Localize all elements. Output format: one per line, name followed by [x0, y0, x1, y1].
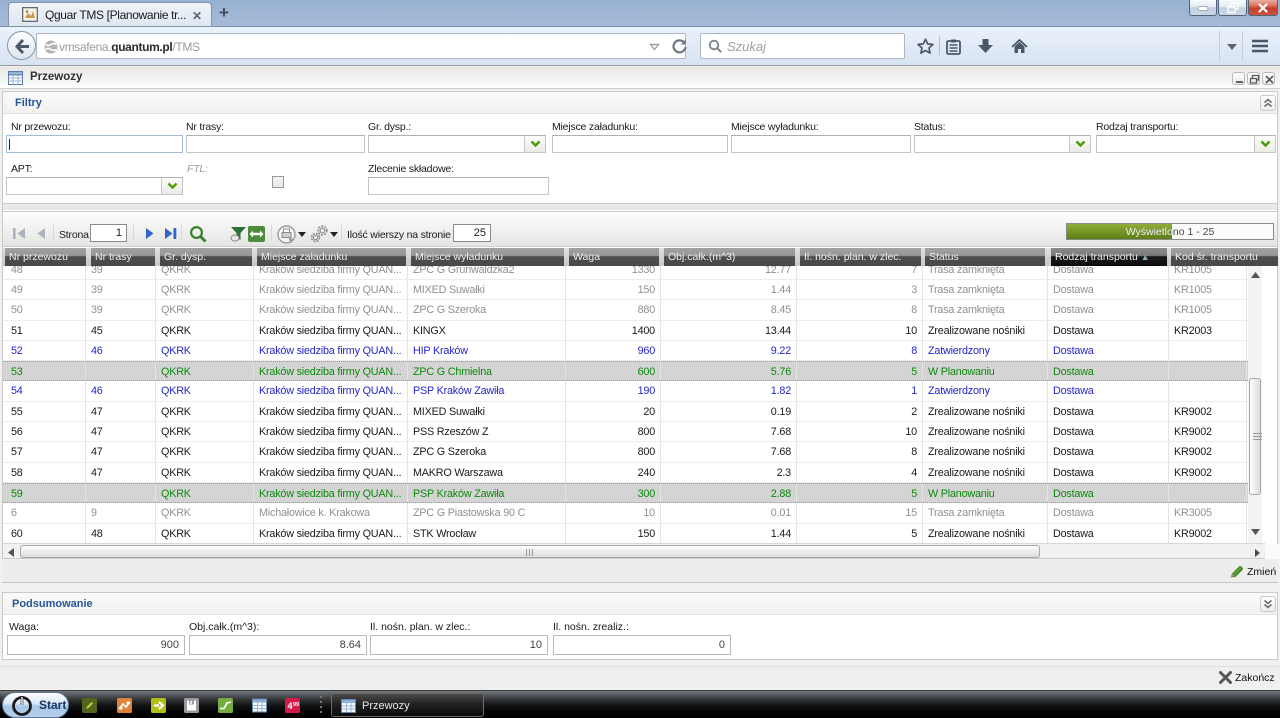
svg-text:4: 4: [288, 701, 293, 711]
svg-text:99: 99: [293, 702, 299, 708]
